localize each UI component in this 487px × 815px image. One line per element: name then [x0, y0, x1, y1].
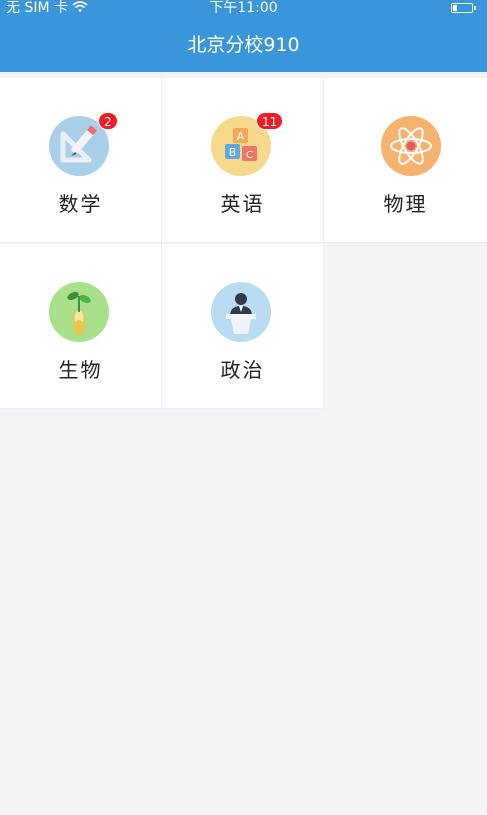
- svg-text:A: A: [237, 130, 245, 143]
- subject-label: 生物: [58, 358, 103, 382]
- page-title: 北京分校910: [187, 34, 300, 56]
- subject-label: 数学: [58, 192, 103, 216]
- speaker-podium-icon: [211, 282, 271, 342]
- status-time: 下午11:00: [209, 0, 278, 16]
- subject-label: 政治: [220, 358, 265, 382]
- svg-text:B: B: [229, 146, 237, 159]
- subject-tile-math[interactable]: 2 数学: [0, 78, 162, 243]
- unread-badge: 11: [256, 112, 284, 130]
- subject-tile-english[interactable]: A B C 11 英语: [162, 78, 324, 243]
- subject-label: 物理: [383, 192, 428, 216]
- sprout-test-tube-icon: [49, 282, 109, 342]
- subject-tile-biology[interactable]: 生物: [0, 244, 162, 409]
- unread-badge: 2: [98, 112, 118, 130]
- subject-tile-physics[interactable]: 物理: [324, 78, 487, 243]
- svg-text:C: C: [246, 150, 253, 161]
- subject-tile-politics[interactable]: 政治: [162, 244, 324, 409]
- nav-bar: 北京分校910: [0, 20, 487, 72]
- atom-icon: [381, 116, 441, 176]
- battery-icon: [451, 3, 476, 13]
- subject-label: 英语: [220, 192, 265, 216]
- status-bar: 无 SIM 卡 下午11:00: [0, 0, 487, 20]
